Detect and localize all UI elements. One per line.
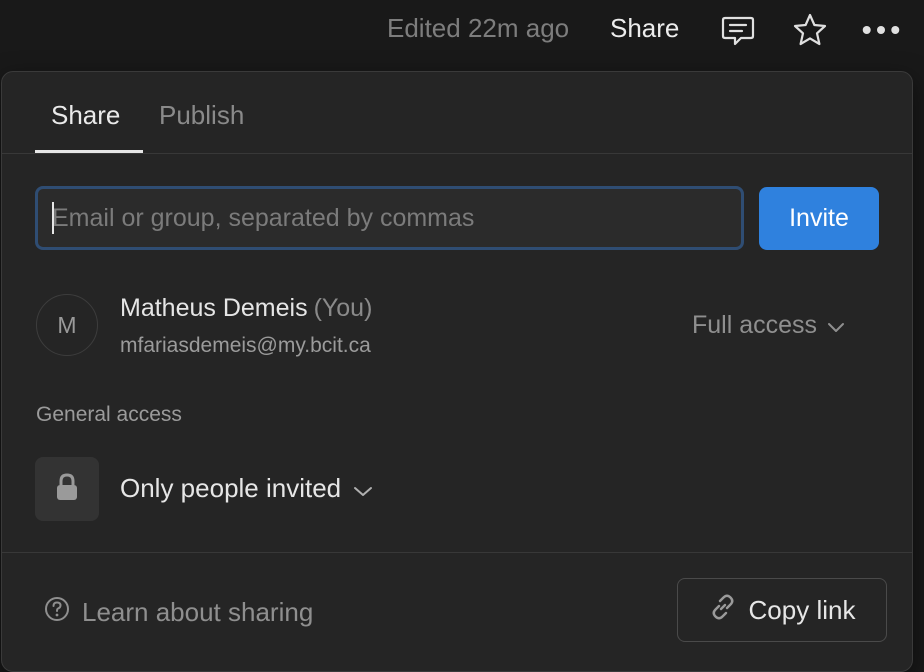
- active-tab-indicator: [35, 150, 143, 153]
- member-you-label: (You): [313, 294, 373, 322]
- invite-email-input[interactable]: [35, 186, 744, 250]
- general-access-heading: General access: [36, 403, 182, 426]
- edited-status: Edited 22m ago: [387, 13, 570, 43]
- learn-about-sharing-label: Learn about sharing: [82, 597, 314, 627]
- tab-bar: Share Publish: [2, 72, 912, 154]
- copy-link-button[interactable]: Copy link: [677, 578, 887, 642]
- general-access-dropdown[interactable]: Only people invited: [120, 473, 373, 504]
- text-caret: [52, 202, 54, 234]
- invite-button[interactable]: Invite: [759, 187, 879, 250]
- share-panel: Share Publish Invite M Matheus Demeis(Yo…: [1, 71, 913, 672]
- avatar: M: [36, 294, 98, 356]
- more-icon[interactable]: [861, 10, 901, 50]
- chevron-down-icon: [353, 473, 373, 504]
- star-icon[interactable]: [790, 10, 830, 50]
- copy-link-label: Copy link: [748, 594, 856, 625]
- comment-icon[interactable]: [718, 10, 758, 50]
- general-access-value: Only people invited: [120, 473, 342, 503]
- member-name: Matheus Demeis: [120, 294, 308, 322]
- lock-icon: [55, 472, 79, 507]
- footer-divider: [2, 552, 912, 553]
- tab-share[interactable]: Share: [51, 100, 120, 131]
- member-access-dropdown[interactable]: Full access: [692, 311, 845, 340]
- learn-about-sharing-link[interactable]: Learn about sharing: [44, 596, 313, 629]
- link-icon: [709, 593, 737, 628]
- top-bar: Edited 22m ago Share: [0, 0, 924, 60]
- lock-icon-tile: [35, 457, 99, 521]
- member-email: mfariasdemeis@my.bcit.ca: [120, 334, 371, 357]
- share-button[interactable]: Share: [610, 13, 679, 44]
- chevron-down-icon: [827, 311, 845, 340]
- tab-publish[interactable]: Publish: [159, 100, 244, 131]
- member-access-label: Full access: [692, 311, 818, 339]
- help-circle-icon: [44, 596, 70, 629]
- member-name-row: Matheus Demeis (You): [120, 294, 372, 323]
